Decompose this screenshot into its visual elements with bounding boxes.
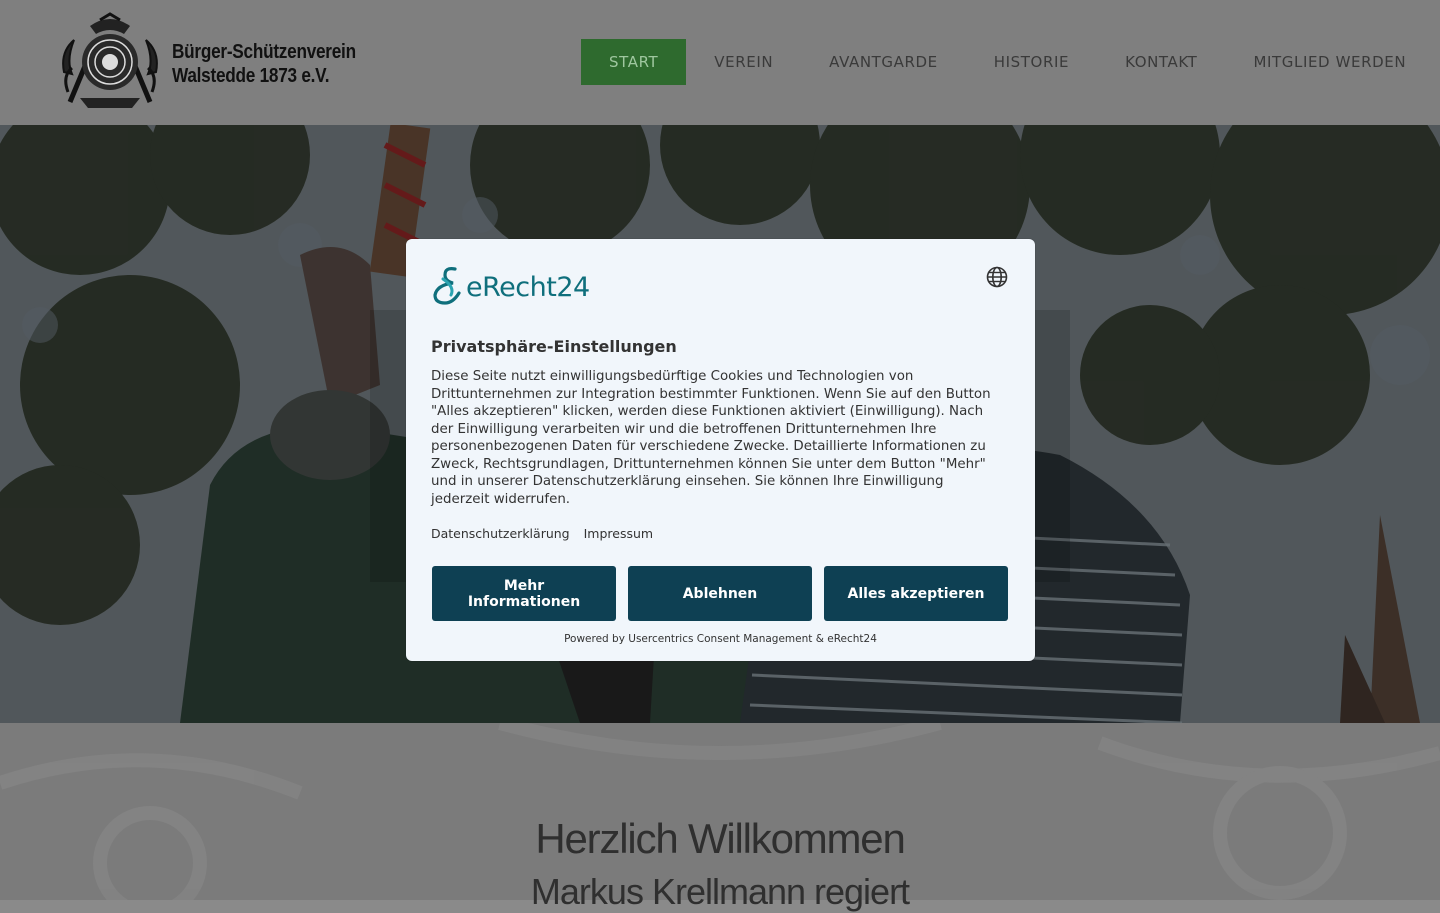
erecht24-logo: eRecht24 bbox=[431, 265, 590, 305]
nav-item-verein[interactable]: VEREIN bbox=[686, 39, 801, 85]
logo-line-1: Bürger-Schützenverein bbox=[172, 41, 356, 63]
nav-item-avantgarde[interactable]: AVANTGARDE bbox=[801, 39, 966, 85]
consent-title: Privatsphäre-Einstellungen bbox=[431, 337, 677, 356]
nav-item-start[interactable]: START bbox=[581, 39, 687, 85]
club-emblem-icon bbox=[62, 12, 158, 108]
welcome-title: Herzlich Willkommen bbox=[535, 815, 905, 862]
welcome-subtitle: Markus Krellmann regiert bbox=[530, 871, 910, 912]
imprint-link[interactable]: Impressum bbox=[584, 526, 653, 541]
erecht24-mark-icon bbox=[433, 267, 461, 305]
globe-icon[interactable] bbox=[986, 266, 1008, 288]
logo-line-2: Walstedde 1873 e.V. bbox=[172, 65, 330, 87]
nav-item-mitglied-werden[interactable]: MITGLIED WERDEN bbox=[1225, 39, 1406, 85]
accept-all-button[interactable]: Alles akzeptieren bbox=[824, 566, 1008, 621]
nav-item-historie[interactable]: HISTORIE bbox=[966, 39, 1097, 85]
powered-by-text: Powered by Usercentrics Consent Manageme… bbox=[564, 633, 877, 645]
consent-dialog: eRecht24 Privatsphäre-Einstellungen Dies… bbox=[406, 239, 1035, 661]
site-header: Bürger-Schützenverein Walstedde 1873 e.V… bbox=[0, 0, 1440, 125]
welcome-section: Herzlich Willkommen Markus Krellmann reg… bbox=[0, 723, 1440, 912]
consent-body-text: Diese Seite nutzt einwilligungsbedürftig… bbox=[431, 369, 991, 507]
consent-links: Datenschutzerklärung Impressum bbox=[431, 526, 663, 541]
logo-text: Bürger-Schützenverein Walstedde 1873 e.V… bbox=[172, 40, 356, 88]
more-information-button[interactable]: Mehr Informationen bbox=[432, 566, 616, 621]
privacy-policy-link[interactable]: Datenschutzerklärung bbox=[431, 526, 570, 541]
main-nav: START VEREIN AVANTGARDE HISTORIE KONTAKT… bbox=[581, 39, 1406, 85]
nav-item-kontakt[interactable]: KONTAKT bbox=[1097, 39, 1225, 85]
deny-button[interactable]: Ablehnen bbox=[628, 566, 812, 621]
brand-name: eRecht24 bbox=[466, 272, 590, 303]
site-logo[interactable]: Bürger-Schützenverein Walstedde 1873 e.V… bbox=[60, 12, 370, 112]
